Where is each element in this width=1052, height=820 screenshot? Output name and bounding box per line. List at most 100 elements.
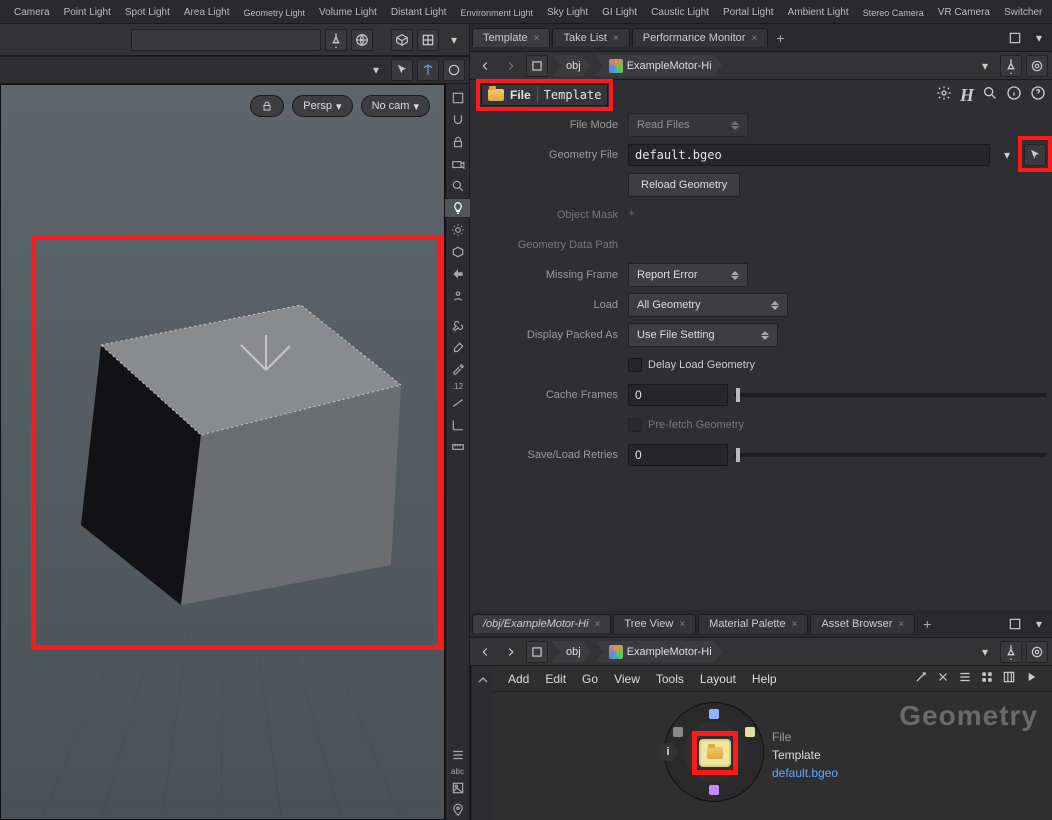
cache-frames-slider[interactable] bbox=[734, 393, 1046, 397]
shelf-camera[interactable]: Camera bbox=[8, 2, 56, 21]
packed-select[interactable]: Use File Setting bbox=[628, 323, 778, 347]
menu-layout[interactable]: Layout bbox=[700, 672, 736, 686]
tab-close-icon[interactable]: × bbox=[751, 33, 757, 44]
retries-slider[interactable] bbox=[734, 453, 1046, 457]
sb-wrench-icon[interactable] bbox=[448, 316, 468, 336]
tool-grid-icon[interactable] bbox=[980, 670, 994, 687]
tab-close-icon[interactable]: × bbox=[679, 619, 685, 630]
pin-icon[interactable] bbox=[1000, 641, 1022, 663]
shelf-switcher[interactable]: Switcher bbox=[998, 2, 1048, 21]
cache-frames-input[interactable] bbox=[628, 384, 728, 406]
sb-plane-icon[interactable] bbox=[448, 393, 468, 413]
select-arrow-icon[interactable] bbox=[391, 59, 413, 81]
tool-columns-icon[interactable] bbox=[1002, 670, 1016, 687]
sb-person-icon[interactable] bbox=[448, 286, 468, 306]
node-tile[interactable] bbox=[699, 739, 731, 767]
shelf-point-light[interactable]: Point Light bbox=[58, 2, 117, 21]
nav-back-icon[interactable] bbox=[474, 641, 496, 663]
tab-close-icon[interactable]: × bbox=[898, 619, 904, 630]
shelf-caustic-light[interactable]: Caustic Light bbox=[645, 2, 715, 21]
crumb-dropdown-icon[interactable]: ▾ bbox=[974, 55, 996, 77]
shelf-portal-light[interactable]: Portal Light bbox=[717, 2, 780, 21]
pane-menu-icon[interactable]: ▾ bbox=[1028, 27, 1050, 49]
flag-render-icon[interactable] bbox=[709, 785, 719, 795]
node-file-template[interactable]: i File Template default.bgeo bbox=[664, 702, 764, 802]
menu-go[interactable]: Go bbox=[582, 672, 598, 686]
sb-camera-icon[interactable] bbox=[448, 154, 468, 174]
gear-icon[interactable] bbox=[936, 85, 952, 106]
tab-asset-browser[interactable]: Asset Browser× bbox=[810, 614, 915, 633]
camera-persp-select[interactable]: Persp▾ bbox=[292, 95, 352, 117]
shelf-distant-light[interactable]: Distant Light bbox=[385, 2, 453, 21]
nav-net-icon[interactable] bbox=[526, 641, 548, 663]
tab-template[interactable]: Template× bbox=[472, 28, 550, 47]
sb-eyedropper-icon[interactable] bbox=[448, 360, 468, 380]
retries-input[interactable] bbox=[628, 444, 728, 466]
toolbar-dropdown-icon[interactable]: ▾ bbox=[443, 29, 465, 51]
sb-arrow-icon[interactable] bbox=[448, 264, 468, 284]
globe-icon[interactable] bbox=[351, 29, 373, 51]
target-icon[interactable] bbox=[1026, 641, 1048, 663]
search-icon[interactable] bbox=[982, 85, 998, 106]
crumb-node[interactable]: ExampleMotor-Hi bbox=[595, 641, 722, 663]
shelf-volume-light[interactable]: Volume Light bbox=[313, 2, 383, 21]
tab-perf-monitor[interactable]: Performance Monitor× bbox=[632, 28, 769, 47]
help-q-icon[interactable] bbox=[1030, 85, 1046, 106]
tool-play-icon[interactable] bbox=[1024, 670, 1038, 687]
sb-box2-icon[interactable] bbox=[448, 242, 468, 262]
sb-search-icon[interactable] bbox=[448, 176, 468, 196]
load-select[interactable]: All Geometry bbox=[628, 293, 788, 317]
crumb-dropdown-icon[interactable]: ▾ bbox=[974, 641, 996, 663]
menu-add[interactable]: Add bbox=[508, 672, 529, 686]
menu-help[interactable]: Help bbox=[752, 672, 777, 686]
handle-style-icon[interactable] bbox=[417, 59, 439, 81]
sb-axis-icon[interactable] bbox=[448, 415, 468, 435]
lock-view-icon[interactable] bbox=[250, 95, 284, 117]
delay-load-checkbox[interactable] bbox=[628, 358, 642, 372]
tab-add-icon[interactable]: + bbox=[770, 28, 790, 48]
sub-dropdown-icon[interactable]: ▾ bbox=[365, 59, 387, 81]
shelf-area-light[interactable]: Area Light bbox=[178, 2, 236, 21]
info-icon[interactable] bbox=[1006, 85, 1022, 106]
shelf-vr-camera[interactable]: VR Camera bbox=[932, 2, 996, 21]
grid-toggle-icon[interactable] bbox=[417, 29, 439, 51]
tab-close-icon[interactable]: × bbox=[792, 619, 798, 630]
pane-maximize-icon[interactable] bbox=[1004, 27, 1026, 49]
shelf-sky-light[interactable]: Sky Light bbox=[541, 2, 594, 21]
sb-sun-icon[interactable] bbox=[448, 220, 468, 240]
globe-small-icon[interactable] bbox=[443, 59, 465, 81]
tool-wand-icon[interactable] bbox=[914, 670, 928, 687]
geo-file-input[interactable] bbox=[628, 144, 990, 166]
shelf-stereo-camera[interactable]: Stereo Camera bbox=[857, 2, 930, 21]
pane-maximize-icon[interactable] bbox=[1004, 613, 1026, 635]
nav-fwd-icon[interactable] bbox=[500, 55, 522, 77]
flag-bypass-icon[interactable] bbox=[673, 727, 683, 737]
tab-close-icon[interactable]: × bbox=[613, 33, 619, 44]
node-info-icon[interactable]: i bbox=[659, 743, 677, 761]
tab-add-icon[interactable]: + bbox=[917, 614, 937, 634]
target-icon[interactable] bbox=[1026, 55, 1048, 77]
pin-icon[interactable] bbox=[325, 29, 347, 51]
sb-brush-icon[interactable] bbox=[448, 338, 468, 358]
crumb-obj[interactable]: obj bbox=[552, 641, 591, 663]
tool-list-icon[interactable] bbox=[958, 670, 972, 687]
pane-menu-icon[interactable]: ▾ bbox=[1028, 613, 1050, 635]
tab-material-palette[interactable]: Material Palette× bbox=[698, 614, 808, 633]
menu-tools[interactable]: Tools bbox=[656, 672, 684, 686]
menu-edit[interactable]: Edit bbox=[545, 672, 566, 686]
box-icon[interactable] bbox=[391, 29, 413, 51]
shelf-env-light[interactable]: Environment Light bbox=[454, 2, 539, 21]
flag-template-icon[interactable] bbox=[745, 727, 755, 737]
sb-location-icon[interactable] bbox=[448, 800, 468, 820]
menu-view[interactable]: View bbox=[614, 672, 640, 686]
missing-frame-select[interactable]: Report Error bbox=[628, 263, 748, 287]
shelf-geo-light[interactable]: Geometry Light bbox=[237, 2, 311, 21]
crumb-obj[interactable]: obj bbox=[552, 55, 591, 77]
network-graph[interactable]: Geometry i bbox=[494, 692, 1052, 820]
tool-x-icon[interactable] bbox=[936, 670, 950, 687]
tab-network-path[interactable]: /obj/ExampleMotor-Hi× bbox=[472, 614, 611, 633]
sb-magnet-icon[interactable] bbox=[448, 110, 468, 130]
nav-back-icon[interactable] bbox=[474, 55, 496, 77]
crumb-node[interactable]: ExampleMotor-Hi bbox=[595, 55, 722, 77]
viewport-3d[interactable]: Persp▾ No cam▾ bbox=[0, 84, 445, 820]
